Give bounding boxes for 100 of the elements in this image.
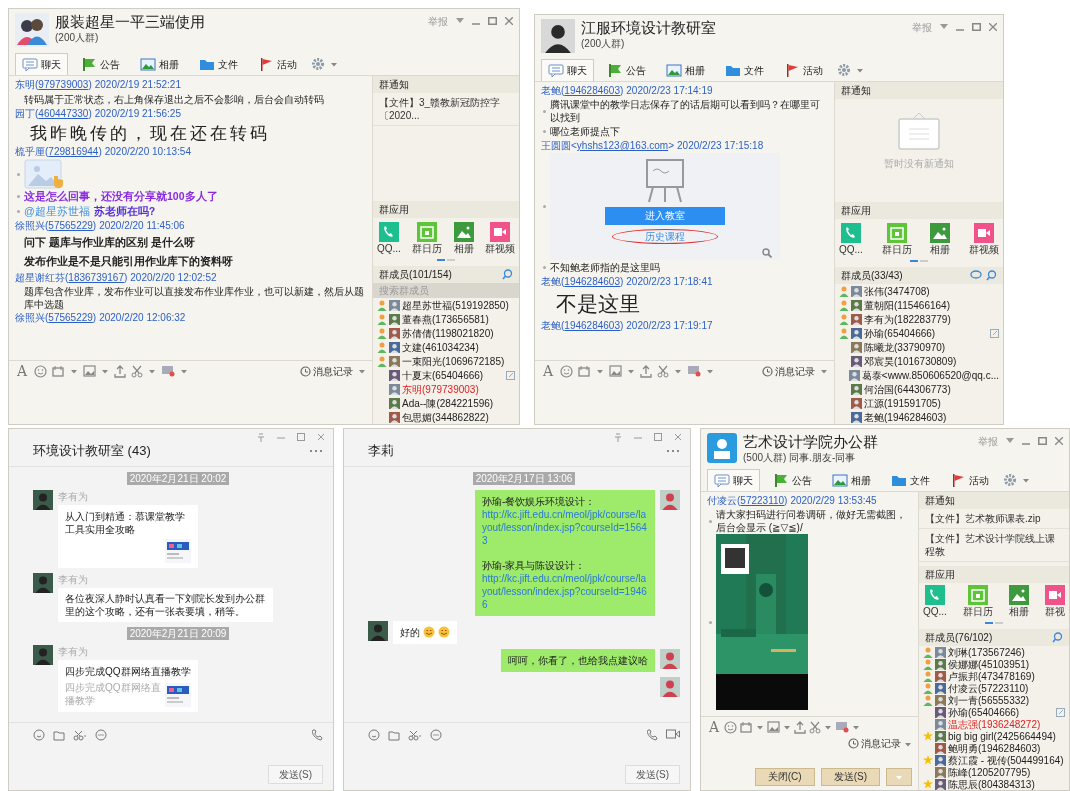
member-item[interactable]: 侯娜娜(45103951) [919, 658, 1069, 670]
caret-icon[interactable] [820, 368, 828, 374]
dropdown-icon[interactable] [1006, 438, 1014, 444]
tab[interactable]: 聊天 [541, 59, 594, 81]
member-item[interactable]: 陈曦龙(33790970) [835, 340, 1003, 354]
caret-icon[interactable] [674, 368, 683, 374]
member-item[interactable]: 卢振邦(473478169) [919, 670, 1069, 682]
font-button[interactable]: A [707, 720, 722, 734]
account-link[interactable]: 729816944 [48, 145, 99, 159]
send-button[interactable]: 发送(S) [267, 765, 323, 784]
app-button[interactable]: 群视 [1045, 585, 1065, 618]
member-item[interactable]: 刘一青(56555332) [919, 694, 1069, 706]
settings-icon[interactable] [310, 57, 326, 71]
member-item[interactable]: 包思媚(344862822) [373, 410, 519, 424]
tab[interactable]: 公告 [600, 59, 653, 81]
member-item[interactable]: 十夏末(65404666) [373, 368, 519, 382]
member-item[interactable]: Ada--陳(284221596) [373, 396, 519, 410]
member-item[interactable]: 超星苏世福(519192850) [373, 298, 519, 312]
search-icon[interactable] [502, 269, 513, 280]
member-item[interactable]: 孙瑜(65404666) [835, 326, 1003, 340]
settings-icon[interactable] [836, 63, 852, 77]
account-link[interactable]: yhshs123@163.com [576, 139, 669, 153]
member-item[interactable]: 鲍明勇(1946284603) [919, 742, 1069, 754]
member-item[interactable]: 陈思辰(804384313) [919, 778, 1069, 790]
phone-icon[interactable] [311, 729, 323, 741]
caret-icon[interactable] [852, 724, 861, 730]
tab[interactable]: 文件 [884, 469, 937, 491]
scissors-icon[interactable] [73, 729, 87, 741]
action-button[interactable]: 关闭(C) [754, 768, 815, 786]
account-link[interactable]: 460447330 [38, 107, 89, 121]
chat-bubble-icon[interactable] [970, 270, 982, 280]
close-icon[interactable] [1055, 437, 1063, 445]
close-icon[interactable] [317, 433, 325, 441]
member-item[interactable]: 刘琳(173567246) [919, 646, 1069, 658]
smiley-icon[interactable] [560, 364, 574, 378]
maximize-icon[interactable] [297, 433, 305, 441]
member-item[interactable]: 苏倩倩(1198021820) [373, 326, 519, 340]
notice-item[interactable]: 【文件】3_赣教新冠防控字〔2020... [373, 93, 519, 126]
link-card[interactable]: 四步完成QQ群网络直播教学 四步完成QQ群网络直播教学 [58, 659, 198, 712]
caret-icon[interactable] [706, 368, 715, 374]
caret-icon[interactable] [756, 724, 765, 730]
image-icon[interactable] [83, 365, 97, 377]
member-item[interactable]: 董春燕(173656581) [373, 312, 519, 326]
dropdown-icon[interactable] [456, 18, 464, 24]
app-button[interactable]: QQ... [377, 222, 401, 255]
more-icon[interactable] [666, 449, 680, 454]
chat-bubble-icon[interactable] [95, 729, 107, 741]
member-item[interactable]: big big girl(2425664494) [919, 730, 1069, 742]
caret-icon[interactable] [358, 368, 366, 374]
scissors-icon[interactable] [408, 729, 422, 741]
tab[interactable]: 文件 [192, 53, 245, 75]
dropdown-icon[interactable] [940, 24, 948, 30]
tab[interactable]: 公告 [766, 469, 819, 491]
member-item[interactable]: 葛泰<www.850606520@qq.c... [835, 368, 1003, 382]
member-item[interactable]: 邓宸昊(1016730809) [835, 354, 1003, 368]
account-link[interactable]: 57565229 [48, 311, 93, 325]
image-icon[interactable] [609, 365, 623, 377]
pin-icon[interactable] [257, 433, 265, 442]
app-button[interactable]: 群日历 [412, 222, 443, 255]
account-link[interactable]: 1946284603 [564, 275, 620, 289]
app-button[interactable]: 群视频 [968, 223, 999, 256]
tab[interactable]: 相册 [133, 53, 186, 75]
more-icon[interactable] [309, 449, 323, 454]
caret-icon[interactable] [904, 740, 912, 747]
member-item[interactable]: 江源(191591705) [835, 396, 1003, 410]
folder-icon[interactable] [388, 729, 400, 741]
upload-icon[interactable] [794, 720, 807, 734]
app-button[interactable]: QQ... [923, 585, 947, 618]
upload-icon[interactable] [114, 364, 127, 378]
smiley-icon[interactable] [724, 720, 738, 734]
folder-icon[interactable] [53, 729, 65, 741]
member-item[interactable]: 老鲍(1946284603) [835, 410, 1003, 424]
notice-item[interactable]: 【文件】艺术设计学院线上课程教 [919, 529, 1069, 562]
member-item[interactable]: 何治国(644306773) [835, 382, 1003, 396]
edit-icon[interactable] [1056, 707, 1065, 717]
caret-icon[interactable] [70, 368, 79, 374]
app-button[interactable]: 群日历 [962, 585, 993, 618]
upload-icon[interactable] [640, 364, 653, 378]
account-link[interactable]: 1946284603 [564, 84, 620, 98]
screenshot-icon[interactable] [578, 364, 592, 378]
dropdown-button[interactable] [886, 768, 912, 786]
tab[interactable]: 聊天 [15, 53, 68, 75]
video-camera-icon[interactable] [666, 729, 680, 739]
history-button[interactable]: 消息记录 [762, 364, 815, 378]
font-button[interactable]: A [15, 364, 30, 378]
smiley-icon[interactable] [34, 364, 48, 378]
close-icon[interactable] [505, 17, 513, 25]
account-link[interactable]: 1946284603 [564, 319, 620, 333]
zoom-icon[interactable] [762, 248, 772, 258]
send-button[interactable]: 发送(S) [624, 765, 680, 784]
member-item[interactable]: 付凌云(57223110) [919, 682, 1069, 694]
maximize-icon[interactable] [1038, 437, 1047, 445]
tab[interactable]: 公告 [74, 53, 127, 75]
member-item[interactable]: 董朝阳(115466164) [835, 298, 1003, 312]
caret-icon[interactable] [856, 67, 864, 73]
maximize-icon[interactable] [488, 17, 497, 25]
member-item[interactable]: 一束阳光(1069672185) [373, 354, 519, 368]
screen-icon[interactable] [161, 365, 176, 377]
caret-icon[interactable] [101, 368, 110, 374]
action-button[interactable]: 发送(S) [820, 768, 880, 786]
